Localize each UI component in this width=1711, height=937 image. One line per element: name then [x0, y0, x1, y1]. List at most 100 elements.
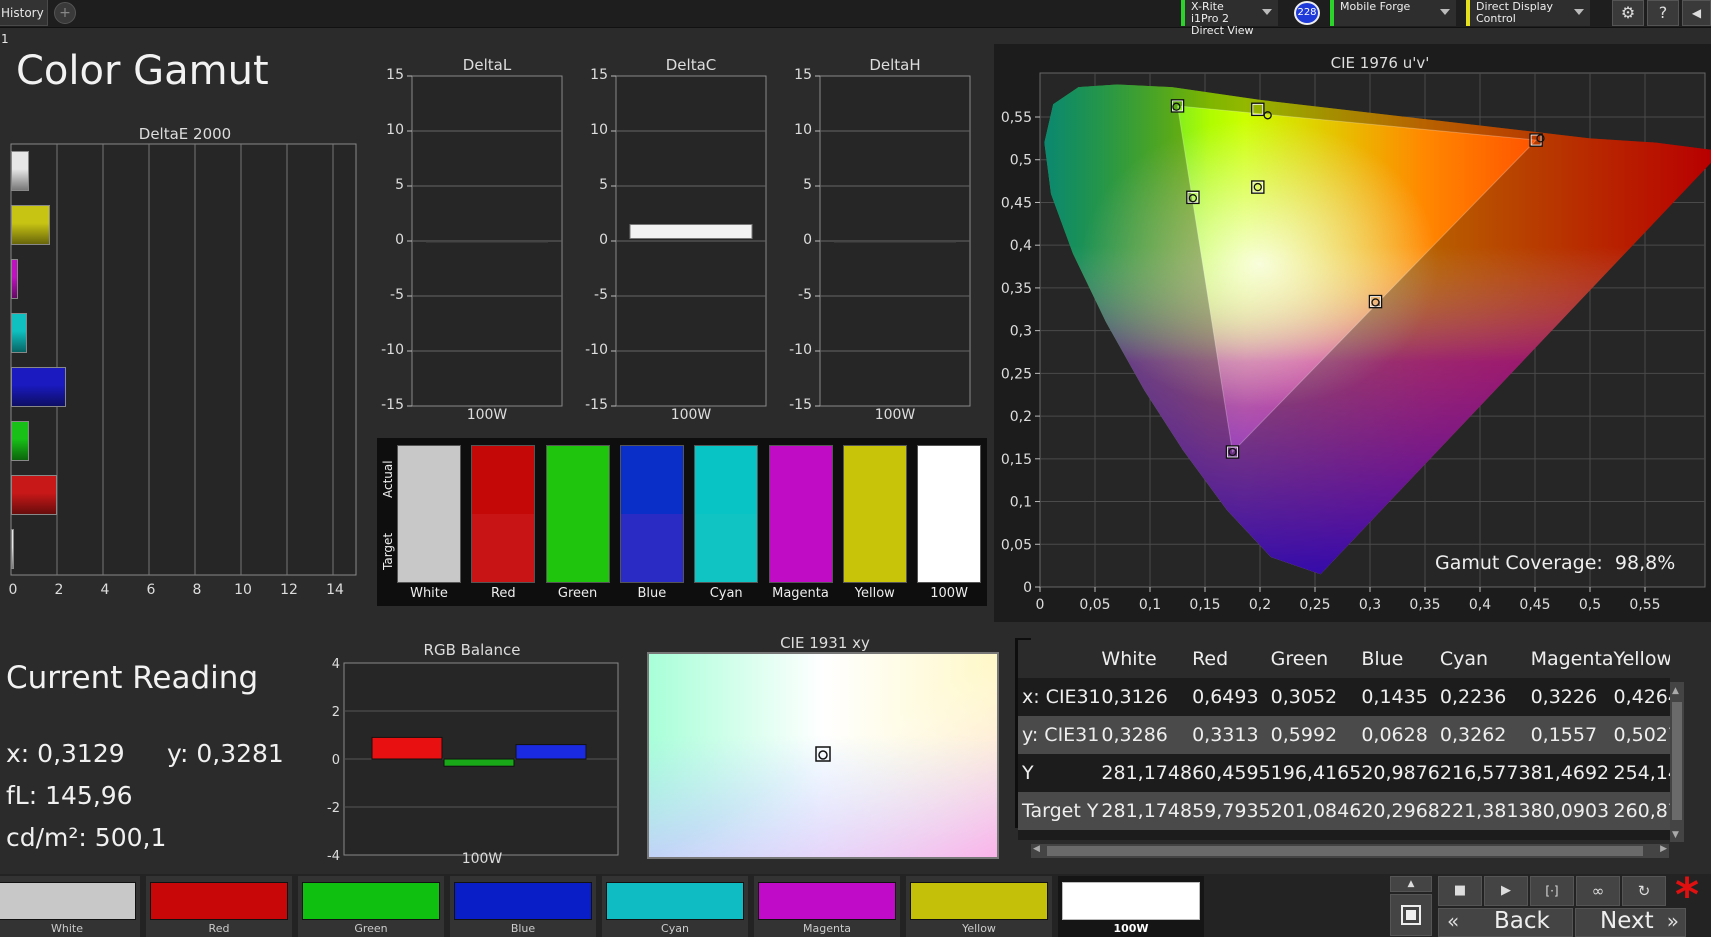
asterisk-icon[interactable]: * [1675, 868, 1699, 922]
bottom-swatch-label: White [51, 922, 83, 935]
swatch-label: Cyan [709, 586, 743, 601]
next-button[interactable]: Next » [1575, 908, 1686, 937]
swatch-label: 100W [930, 586, 968, 601]
swatch-target [769, 514, 832, 582]
rgb-tick-label: -4 [327, 849, 340, 864]
scroll-thumb[interactable] [1672, 702, 1682, 820]
bottom-swatch-magenta[interactable]: Magenta [754, 876, 900, 937]
swatch-cyan [694, 445, 759, 583]
table-horizontal-scrollbar[interactable]: ◀ ▶ [1031, 844, 1669, 858]
reading-cdm2: cd/m²: 500,1 [6, 823, 167, 852]
delta-chart-xlabel: 100W [670, 407, 712, 423]
back-button[interactable]: « Back [1438, 908, 1573, 937]
bottom-swatch-color [910, 882, 1048, 920]
swatch-red [471, 445, 536, 583]
swatch-target [843, 514, 906, 582]
bottom-swatch-blue[interactable]: Blue [450, 876, 596, 937]
table-cell: 0,3126 [1101, 686, 1168, 708]
swatch-actual [398, 446, 460, 514]
table-row[interactable]: Y 281,1748 60,4595 196,4165 20,9876 216,5773 8… [1018, 754, 1670, 792]
continuous-button[interactable]: ∞ [1576, 876, 1620, 906]
deltae-tick-label: 10 [234, 582, 252, 598]
scroll-thumb-h[interactable] [1047, 846, 1643, 856]
gamut-coverage: Gamut Coverage: 98,8% [1435, 552, 1675, 574]
swatch-target [546, 514, 609, 582]
table-cell: 0,5992 [1270, 724, 1338, 746]
table-cell: 216,5773 [1439, 762, 1531, 784]
delta-tick-label: -10 [789, 342, 812, 358]
delta-tick-label: 15 [386, 67, 404, 83]
bottom-swatch-green[interactable]: Green [298, 876, 444, 937]
bottom-swatch-red[interactable]: Red [146, 876, 292, 937]
stop-button[interactable]: ■ [1438, 876, 1482, 906]
stop-all-button[interactable] [1390, 894, 1432, 936]
delta-chart-xlabel: 100W [874, 407, 916, 423]
table-cell: 1,7087 [1614, 830, 1671, 840]
bottom-swatch-color [302, 882, 440, 920]
generator-name: Mobile Forge [1340, 0, 1411, 13]
bottom-swatch-cyan[interactable]: Cyan [602, 876, 748, 937]
table-row[interactable]: y: CIE31 0,3286 0,3313 0,5992 0,0628 0,3262 0,… [1018, 716, 1670, 754]
swatch-target [918, 514, 981, 582]
rgb-balance-chart: 4 2 0 -2 -4 [327, 657, 619, 864]
meter-selector[interactable]: X-Rite i1Pro 2 Direct View [1181, 0, 1278, 37]
table-cell: 0,3226 [1530, 686, 1598, 708]
target-label: Target [381, 532, 395, 570]
reading-y: y: 0,3281 [167, 739, 284, 768]
refresh-button[interactable]: ↻ [1622, 876, 1666, 906]
deltae-bar-green [11, 421, 30, 461]
delta-tick-label: 5 [599, 177, 608, 193]
table-header-cell: Cyan [1439, 648, 1489, 670]
bottom-swatch-white[interactable]: White [0, 876, 140, 937]
add-tab-button[interactable]: + [54, 2, 76, 24]
bottom-swatch-yellow[interactable]: Yellow [906, 876, 1052, 937]
table-header-cell: Blue [1361, 648, 1404, 670]
measure-once-button[interactable]: [·] [1530, 876, 1574, 906]
top-bar: History 1 + X-Rite i1Pro 2 Direct View 2… [0, 0, 1711, 46]
table-vertical-scrollbar[interactable]: ▲ ▼ [1670, 682, 1684, 842]
collapse-button[interactable]: ◀ [1682, 0, 1711, 26]
settings-button[interactable]: ⚙ [1612, 0, 1644, 26]
deltae-tick-label: 8 [192, 582, 202, 598]
table-cell: 60,4595 [1192, 762, 1271, 784]
delta-tick-label: 15 [590, 67, 608, 83]
scroll-left-icon[interactable]: ◀ [1033, 844, 1040, 854]
scroll-down-icon[interactable]: ▼ [1672, 830, 1679, 840]
swatch-label: Magenta [772, 586, 829, 601]
tab-history-1[interactable]: History 1 [0, 0, 48, 46]
display-control-selector[interactable]: Direct Display Control [1466, 0, 1590, 26]
deltae-bar-100w [11, 529, 14, 569]
infinity-icon: ∞ [1591, 882, 1605, 900]
scroll-up-icon[interactable]: ▲ [1672, 686, 1679, 696]
swatch-label: Blue [637, 586, 667, 601]
generator-selector[interactable]: Mobile Forge [1330, 0, 1456, 26]
delta-tick-label: 10 [590, 122, 608, 138]
cie1976-ytick-label: 0,05 [1001, 537, 1032, 553]
cie1976-xtick-label: 0,4 [1469, 597, 1491, 613]
cie1976-xtick-label: 0,2 [1249, 597, 1271, 613]
table-row[interactable]: ΔE 20000,23892,03050,80682,42410,77480,3… [1018, 830, 1670, 840]
play-button[interactable]: ▶ [1484, 876, 1528, 906]
table-header-cell: Red [1192, 648, 1229, 670]
back-label: Back [1494, 908, 1550, 934]
bottom-swatch-100w[interactable]: 100W [1058, 876, 1204, 937]
swatch-actual [918, 446, 981, 514]
cie1976-ytick-label: 0,3 [1010, 324, 1032, 340]
scroll-right-icon[interactable]: ▶ [1660, 844, 1667, 854]
pattern-generator-badge[interactable]: 228 [1294, 1, 1320, 25]
help-button[interactable]: ? [1647, 0, 1679, 26]
table-row[interactable]: x: CIE31 0,3126 0,6493 0,3052 0,1435 0,2236 0,… [1018, 678, 1670, 716]
table-cell: 0,3286 [1101, 724, 1168, 746]
bottom-swatch-color [1062, 882, 1200, 920]
rgb-bar-g [443, 758, 515, 767]
table-cell: 0,1435 [1361, 686, 1428, 708]
table-cell: 196,4165 [1270, 762, 1362, 784]
table-row[interactable]: Target Y 281,1748 59,7935 201,0846 20,2968 22… [1018, 792, 1670, 830]
collapse-up-button[interactable]: ▲ [1390, 876, 1432, 892]
table-row-label: Y [1022, 762, 1034, 784]
cie1976-ytick-label: 0,4 [1010, 238, 1032, 254]
table-cell: 0,1557 [1530, 724, 1598, 746]
cie1976-xtick-label: 0 [1036, 597, 1045, 613]
table-cell: 2,4241 [1361, 830, 1440, 840]
rgb-tick-label: -2 [327, 801, 340, 816]
